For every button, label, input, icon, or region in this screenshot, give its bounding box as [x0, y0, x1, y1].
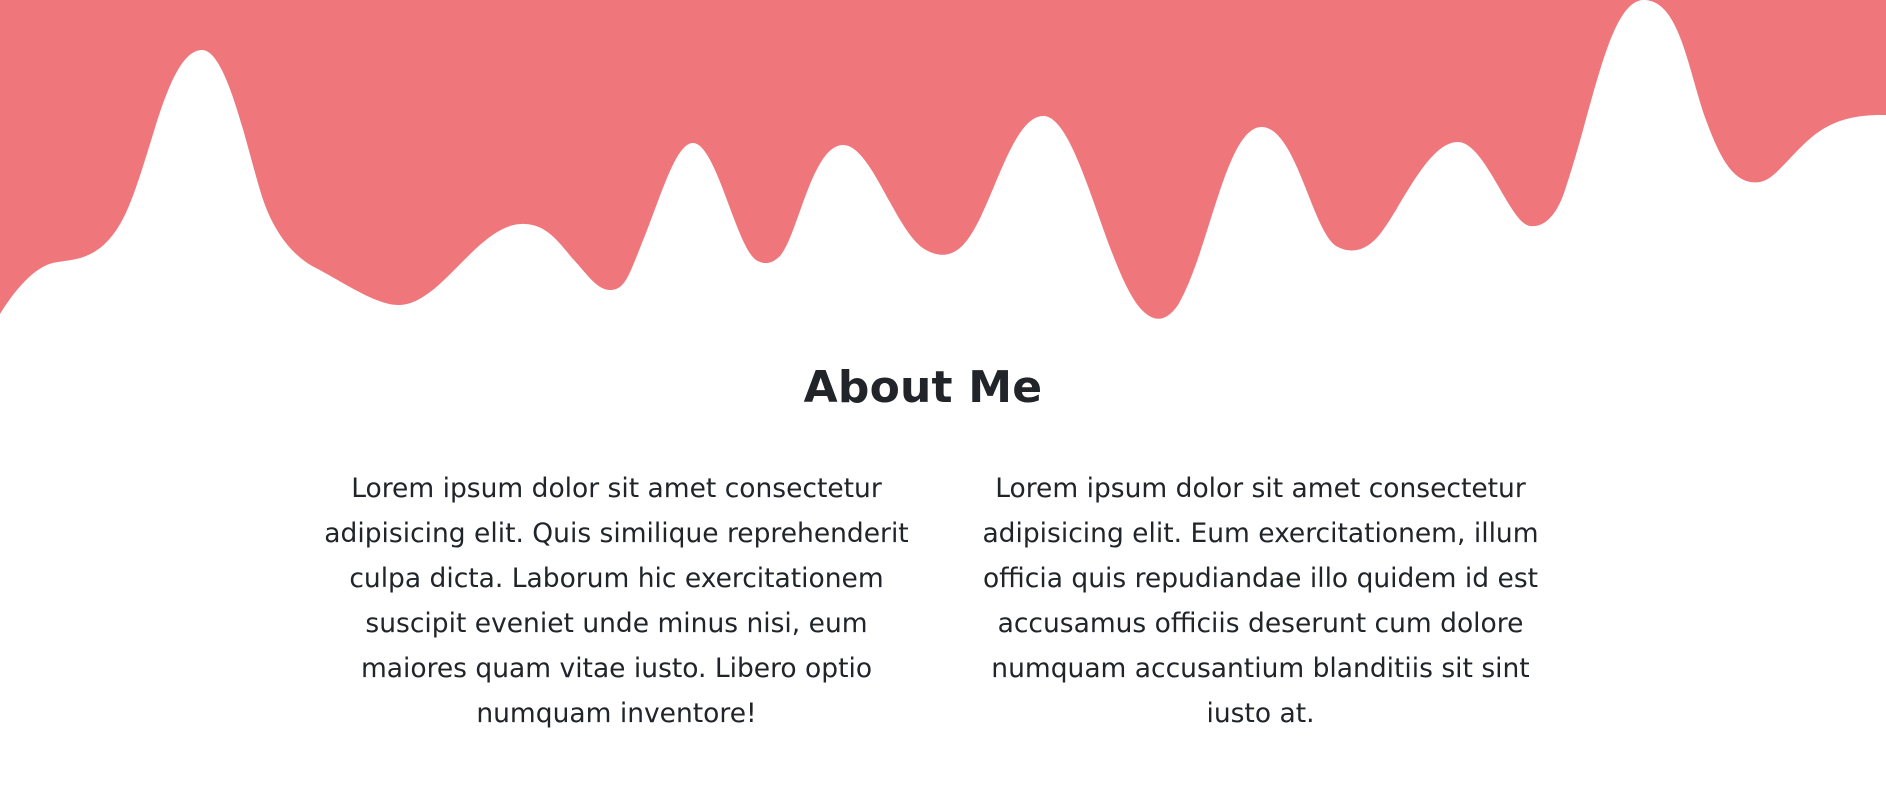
about-heading: About Me [803, 362, 1043, 413]
decorative-wave-header [0, 0, 1886, 319]
about-paragraph-right: Lorem ipsum dolor sit amet consectetur a… [982, 473, 1539, 729]
about-paragraph-left: Lorem ipsum dolor sit amet consectetur a… [324, 473, 909, 729]
about-section: About Me Lorem ipsum dolor sit amet cons… [0, 362, 1886, 729]
wave-shape [0, 0, 1886, 319]
